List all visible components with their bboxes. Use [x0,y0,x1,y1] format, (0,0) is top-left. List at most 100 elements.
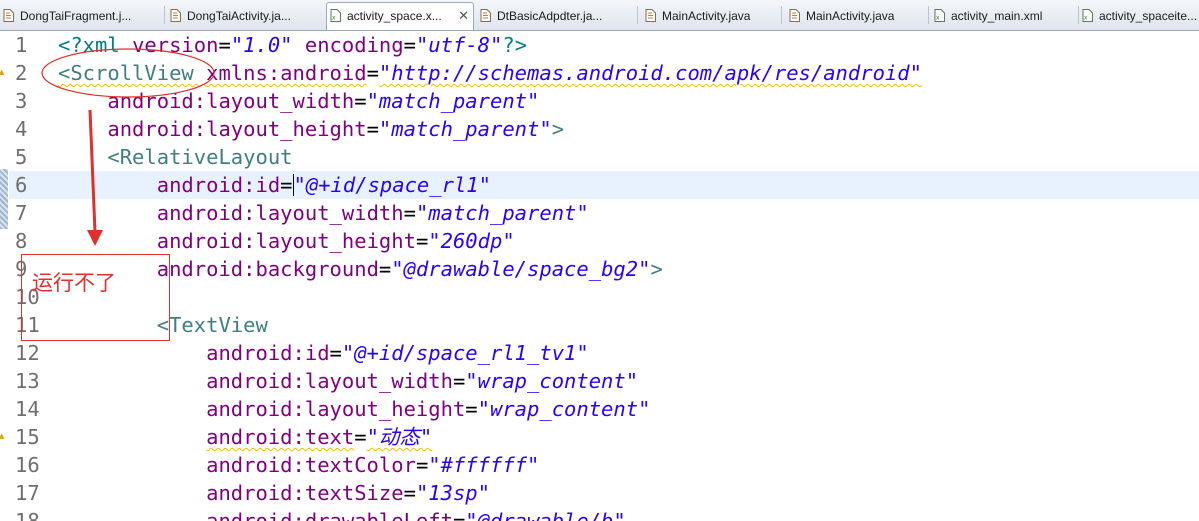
xml-file-icon: x [330,9,341,22]
code-token: android:layout_width [107,89,355,113]
code-token: android:layout_height [107,117,367,141]
code-line[interactable]: 12 android:id="@+id/space_rl1_tv1" [0,339,1199,367]
tab-6[interactable]: x activity_main.xml [931,3,1076,29]
code-text: android:textColor="#ffffff" [58,451,539,479]
code-token: "utf-8" [415,33,503,57]
code-token: = [452,509,466,521]
code-token: "@+id/space_rl1" [293,173,491,197]
svg-text:x: x [1084,15,1088,22]
svg-text:x: x [332,15,336,22]
code-line[interactable]: 8 android:layout_height="260dp" [0,227,1199,255]
tab-separator [781,6,782,24]
java-file-icon [789,9,800,22]
tab-label: DongTaiActivity.ja... [187,9,291,23]
code-text: android:background="@drawable/space_bg2"… [58,255,663,283]
code-token: "match_parent" [415,201,589,225]
code-line[interactable]: 15 android:text="动态" [0,423,1199,451]
close-icon[interactable]: ✕ [458,3,469,29]
tab-0[interactable]: DongTaiFragment.j... [0,3,162,29]
code-token: <?xml [58,33,133,57]
code-token: android:layout_height [206,397,466,421]
code-line[interactable]: 9 android:background="@drawable/space_bg… [0,255,1199,283]
tab-3[interactable]: DtBasicAdpdter.ja... [477,3,635,29]
code-token: = [415,453,429,477]
tab-2[interactable]: x activity_space.x... ✕ [326,2,474,30]
code-token: = [218,33,231,57]
tab-label: MainActivity.java [806,9,895,23]
code-line[interactable]: 4 android:layout_height="match_parent"> [0,115,1199,143]
code-line[interactable]: 18 android:drawableLeft="@drawable/b" [0,507,1199,521]
code-text: <?xml version="1.0" encoding="utf-8"?> [58,31,527,59]
code-token: > [650,257,663,281]
code-token: android:drawableLeft [206,509,453,521]
code-line[interactable]: 2 <ScrollView xmlns:android="http://schem… [0,59,1199,87]
line-number: 5 [15,145,28,169]
code-token: > [551,117,565,141]
code-line[interactable]: 11 <TextView [0,311,1199,339]
line-number: 7 [15,201,28,225]
xml-file-icon: x [934,9,945,22]
code-token: = [465,397,478,421]
line-number: 6 [15,173,28,197]
code-token: = [366,61,379,85]
code-token: android:background [156,257,379,281]
code-text: android:layout_height="260dp" [58,227,515,255]
warning-icon[interactable]: ▲ [0,433,6,440]
tab-4[interactable]: MainActivity.java [642,3,779,29]
code-token: = [403,33,416,57]
code-editor[interactable]: 1 <?xml version="1.0" encoding="utf-8"?> 2… [0,31,1199,521]
code-line[interactable]: 3 android:layout_width="match_parent" [0,87,1199,115]
java-file-icon [480,9,491,22]
line-number: 3 [15,89,28,113]
tab-separator [928,6,929,24]
code-line[interactable]: 16 android:textColor="#ffffff" [0,451,1199,479]
code-text: android:text="动态" [58,423,432,451]
line-number: 17 [15,481,40,505]
code-text: android:id="@+id/space_rl1" [58,171,491,199]
tab-separator [164,6,165,24]
tab-1[interactable]: DongTaiActivity.ja... [167,3,324,29]
eclipse-editor-window: DongTaiFragment.j... DongTaiActivity.ja..… [0,0,1199,521]
warning-icon[interactable]: ▲ [0,69,6,76]
code-token: "match_parent" [366,89,540,113]
code-text: <RelativeLayout [58,143,292,171]
code-token: "@drawable/space_bg2" [391,257,651,281]
code-token: "wrap_content" [465,369,639,393]
code-token: "@+id/space_rl1_tv1" [341,341,589,365]
line-number: 18 [15,509,40,521]
tab-5[interactable]: MainActivity.java [786,3,926,29]
code-line[interactable]: 1 <?xml version="1.0" encoding="utf-8"?> [0,31,1199,59]
line-number: 14 [15,397,40,421]
code-line[interactable]: 5 <RelativeLayout [0,143,1199,171]
code-line[interactable]: 7 android:layout_width="match_parent" [0,199,1199,227]
code-text: android:layout_width="match_parent" [58,199,589,227]
code-line[interactable]: 17 android:textSize="13sp" [0,479,1199,507]
line-number: 11 [15,313,40,337]
tab-label: MainActivity.java [662,9,751,23]
code-token: = [354,89,367,113]
code-token: = [329,341,342,365]
code-token: = [354,425,367,449]
tab-7[interactable]: x activity_spaceite... [1079,3,1199,29]
code-text: android:drawableLeft="@drawable/b" [58,507,626,521]
editor-tab-bar: DongTaiFragment.j... DongTaiActivity.ja..… [0,0,1199,31]
code-line[interactable]: 6 android:id="@+id/space_rl1" [0,171,1199,199]
annotation-note-text: 运行不了 [32,271,116,295]
code-line[interactable]: 13 android:layout_width="wrap_content" [0,367,1199,395]
line-number: 13 [15,369,40,393]
code-token: = [280,173,293,197]
code-token: <TextView [156,313,268,337]
code-line[interactable]: 14 android:layout_height="wrap_content" [0,395,1199,423]
code-token: "match_parent" [378,117,552,141]
code-line[interactable]: 10 [0,283,1199,311]
line-number: 2 [15,61,28,85]
code-token: "1.0" [230,33,293,57]
line-number: 15 [15,425,40,449]
